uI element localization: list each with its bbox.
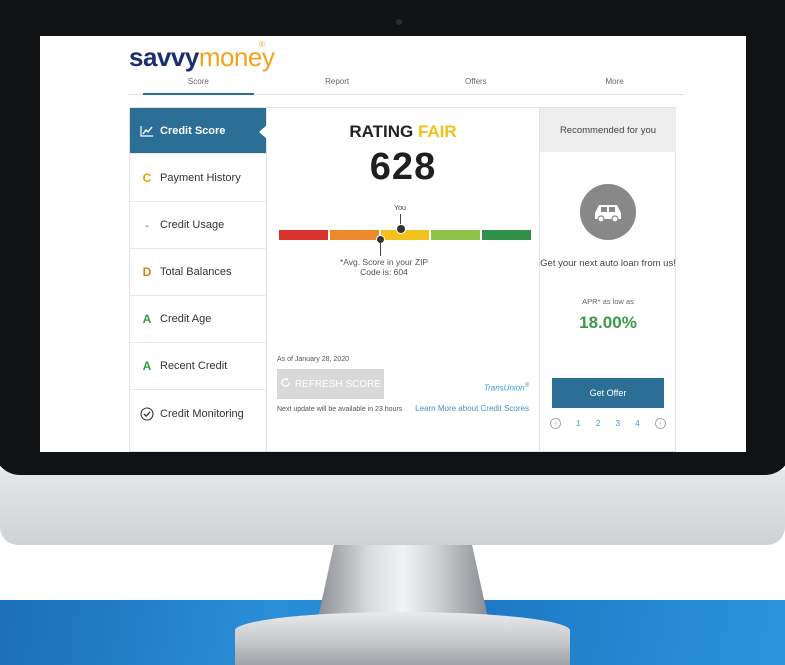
you-marker-dot bbox=[396, 224, 406, 234]
monitor-stand-neck bbox=[318, 540, 488, 618]
top-nav: Score Report Offers More bbox=[129, 72, 684, 95]
offer-description: Get your next auto loan from us! bbox=[540, 258, 676, 269]
grade-badge: A bbox=[142, 312, 152, 326]
sidebar-item-recent-credit[interactable]: A Recent Credit bbox=[130, 343, 266, 390]
grade-badge: C bbox=[142, 171, 152, 185]
page-4[interactable]: 4 bbox=[635, 419, 639, 428]
range-segment-excellent bbox=[482, 230, 531, 240]
sidebar-item-credit-monitoring[interactable]: Credit Monitoring bbox=[130, 390, 266, 438]
you-marker-label: You bbox=[394, 205, 406, 212]
screen: savvymoney ® Score Report Offers More Cr… bbox=[40, 36, 746, 452]
tab-offers[interactable]: Offers bbox=[407, 72, 546, 94]
transunion-logo: TransUnion® bbox=[483, 383, 529, 393]
sidebar-item-label: Credit Monitoring bbox=[160, 408, 244, 420]
sidebar-item-label: Credit Usage bbox=[160, 219, 225, 231]
grade-badge: A bbox=[142, 359, 152, 373]
grade-badge: - bbox=[145, 218, 149, 232]
sidebar-item-payment-history[interactable]: C Payment History bbox=[130, 155, 266, 202]
sidebar: Credit Score C Payment History - Credit … bbox=[130, 108, 267, 451]
page-2[interactable]: 2 bbox=[596, 419, 600, 428]
grade-badge: D bbox=[142, 265, 152, 279]
sidebar-item-label: Credit Score bbox=[160, 124, 226, 137]
apr-label: APR* as low as bbox=[582, 297, 634, 306]
recommendation-header: Recommended for you bbox=[540, 108, 676, 152]
get-offer-button[interactable]: Get Offer bbox=[552, 378, 664, 408]
sidebar-item-total-balances[interactable]: D Total Balances bbox=[130, 249, 266, 296]
page-3[interactable]: 3 bbox=[616, 419, 620, 428]
range-segment-good bbox=[431, 230, 481, 240]
avg-marker-line bbox=[380, 242, 381, 256]
sidebar-item-label: Payment History bbox=[160, 172, 241, 184]
monitor-chin bbox=[0, 470, 785, 545]
learn-more-link[interactable]: Learn More about Credit Scores bbox=[404, 404, 529, 414]
sidebar-item-label: Total Balances bbox=[160, 266, 232, 278]
recommendation-panel: Recommended for you Get your next auto l… bbox=[539, 108, 676, 451]
apr-value: 18.00% bbox=[579, 313, 637, 332]
tab-more[interactable]: More bbox=[545, 72, 684, 94]
refresh-score-button[interactable]: REFRESH SCORE bbox=[277, 369, 384, 399]
offer-pager: ‹ 1 2 3 4 › bbox=[550, 418, 666, 429]
sidebar-item-label: Recent Credit bbox=[160, 360, 228, 372]
chevron-right-icon[interactable]: › bbox=[654, 418, 666, 429]
brand-logo[interactable]: savvymoney bbox=[129, 42, 275, 72]
score-column: RATING FAIR 628 You *Avg. Score in your … bbox=[267, 108, 539, 451]
rating-prefix: RATING bbox=[349, 122, 414, 141]
refresh-score-label: REFRESH SCORE bbox=[294, 378, 382, 390]
rating-heading: RATING FAIR bbox=[267, 122, 539, 142]
next-update-note: Next update will be available in 23 hour… bbox=[277, 406, 403, 413]
chevron-left-icon[interactable]: ‹ bbox=[550, 418, 561, 429]
car-icon bbox=[580, 184, 636, 240]
camera-icon bbox=[396, 19, 402, 25]
range-segment-poor bbox=[279, 230, 328, 240]
page-1[interactable]: 1 bbox=[576, 419, 580, 428]
credit-score-value: 628 bbox=[369, 146, 437, 188]
tab-score[interactable]: Score bbox=[129, 72, 268, 95]
avg-score-note: *Avg. Score in your ZIP Code is: 604 bbox=[339, 257, 429, 277]
check-circle-icon bbox=[138, 407, 156, 421]
trend-chart-icon bbox=[138, 124, 156, 138]
monitor-stand-base bbox=[235, 612, 570, 665]
brand-logo-mark: ® bbox=[259, 40, 265, 49]
range-segment-below-avg bbox=[329, 230, 379, 240]
tab-report[interactable]: Report bbox=[268, 72, 407, 94]
sidebar-item-credit-age[interactable]: A Credit Age bbox=[130, 296, 266, 343]
sidebar-item-credit-score[interactable]: Credit Score bbox=[130, 108, 267, 154]
refresh-icon bbox=[280, 377, 291, 391]
sidebar-item-credit-usage[interactable]: - Credit Usage bbox=[130, 202, 266, 249]
score-panel: Credit Score C Payment History - Credit … bbox=[129, 107, 676, 452]
rating-value: FAIR bbox=[417, 122, 457, 141]
as-of-date: As of January 28, 2020 bbox=[277, 356, 349, 363]
sidebar-item-label: Credit Age bbox=[160, 313, 212, 325]
